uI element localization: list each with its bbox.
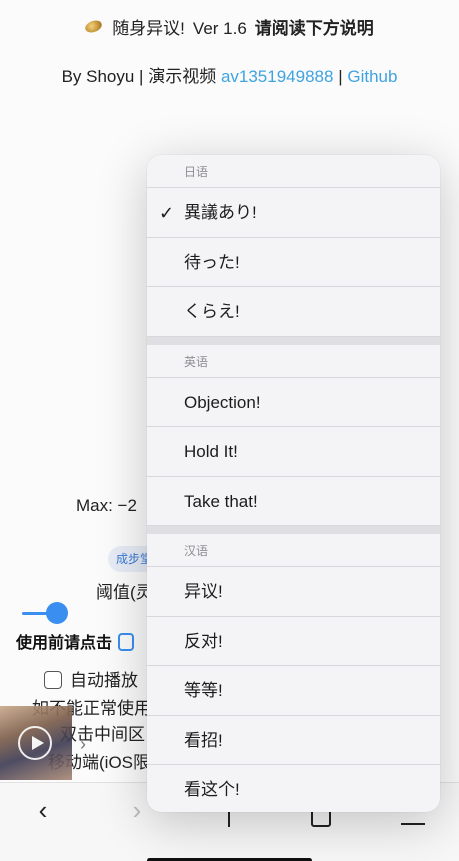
- menu-item-hold-it[interactable]: Hold It!: [147, 427, 440, 477]
- video-thumbnail[interactable]: [0, 706, 72, 780]
- menu-item-label: Take that!: [184, 491, 258, 511]
- menu-item-label: Hold It!: [184, 442, 238, 461]
- menu-item-label: 看招!: [184, 730, 223, 750]
- menu-item-label: Objection!: [184, 392, 261, 412]
- menu-item-take-that[interactable]: Take that!: [147, 477, 440, 526]
- start-button-edge[interactable]: [118, 633, 135, 651]
- use-note: 使用前请点击: [16, 629, 135, 653]
- chevron-left-icon[interactable]: ‹: [28, 795, 58, 825]
- phrase-select-menu: 日语 ✓ 異議あり! 待った! くらえ! 英语 Objection! Hold I…: [147, 155, 440, 812]
- play-icon[interactable]: [18, 726, 52, 760]
- menu-item-label: くらえ!: [184, 302, 240, 321]
- section-separator: [147, 336, 440, 345]
- menu-item-label: 等等!: [184, 681, 223, 700]
- menu-item-dengdeng[interactable]: 等等!: [147, 666, 440, 716]
- menu-item-objection[interactable]: Objection!: [147, 378, 440, 427]
- menu-item-yiyi[interactable]: 异议!: [147, 567, 440, 617]
- help-line-2: 双击中间区: [60, 725, 145, 744]
- separator: |: [338, 67, 343, 86]
- section-separator: [147, 526, 440, 534]
- app-name: 随身异议!: [112, 19, 185, 38]
- section-header-chinese: 汉语: [147, 534, 440, 567]
- chevron-right-icon[interactable]: ›: [80, 734, 86, 755]
- autoplay-label: 自动播放: [70, 671, 138, 690]
- instruction-text: 请阅读下方说明: [254, 19, 374, 38]
- autoplay-checkbox[interactable]: [44, 671, 62, 689]
- menu-item-label: 异议!: [184, 582, 223, 601]
- use-note-text: 使用前请点击: [16, 635, 113, 652]
- menu-item-fandui[interactable]: 反对!: [147, 617, 440, 666]
- video-link[interactable]: av1351949888: [221, 67, 334, 86]
- threshold-label: 阈值(灵: [96, 583, 153, 602]
- app-title: 随身异议! Ver 1.6 请阅读下方说明: [0, 14, 459, 39]
- version-label: Ver 1.6: [192, 19, 247, 38]
- github-link[interactable]: Github: [347, 67, 397, 86]
- section-header-english: 英语: [147, 345, 440, 378]
- menu-item-kurae[interactable]: くらえ!: [147, 287, 440, 337]
- threshold-slider-knob[interactable]: [46, 602, 68, 624]
- menu-item-kanzhege[interactable]: 看这个!: [147, 765, 440, 812]
- menu-item-label: 異議あり!: [184, 203, 257, 222]
- menu-item-label: 反对!: [184, 631, 223, 651]
- credits-line: By Shoyu | 演示视频 av1351949888 | Github: [0, 62, 459, 87]
- magatama-icon: [83, 18, 104, 35]
- menu-item-label: 待った!: [184, 252, 240, 272]
- autoplay-option[interactable]: 自动播放: [44, 666, 138, 691]
- menu-item-label: 看这个!: [184, 780, 240, 799]
- menu-item-matta[interactable]: 待った!: [147, 238, 440, 287]
- author-text: By Shoyu | 演示视频: [61, 67, 217, 86]
- section-header-japanese: 日语: [147, 155, 440, 188]
- menu-item-igi-ari[interactable]: ✓ 異議あり!: [147, 188, 440, 238]
- menu-item-kanzhao[interactable]: 看招!: [147, 716, 440, 765]
- max-value-label: Max: −2: [76, 496, 137, 515]
- checkmark-icon: ✓: [159, 203, 175, 223]
